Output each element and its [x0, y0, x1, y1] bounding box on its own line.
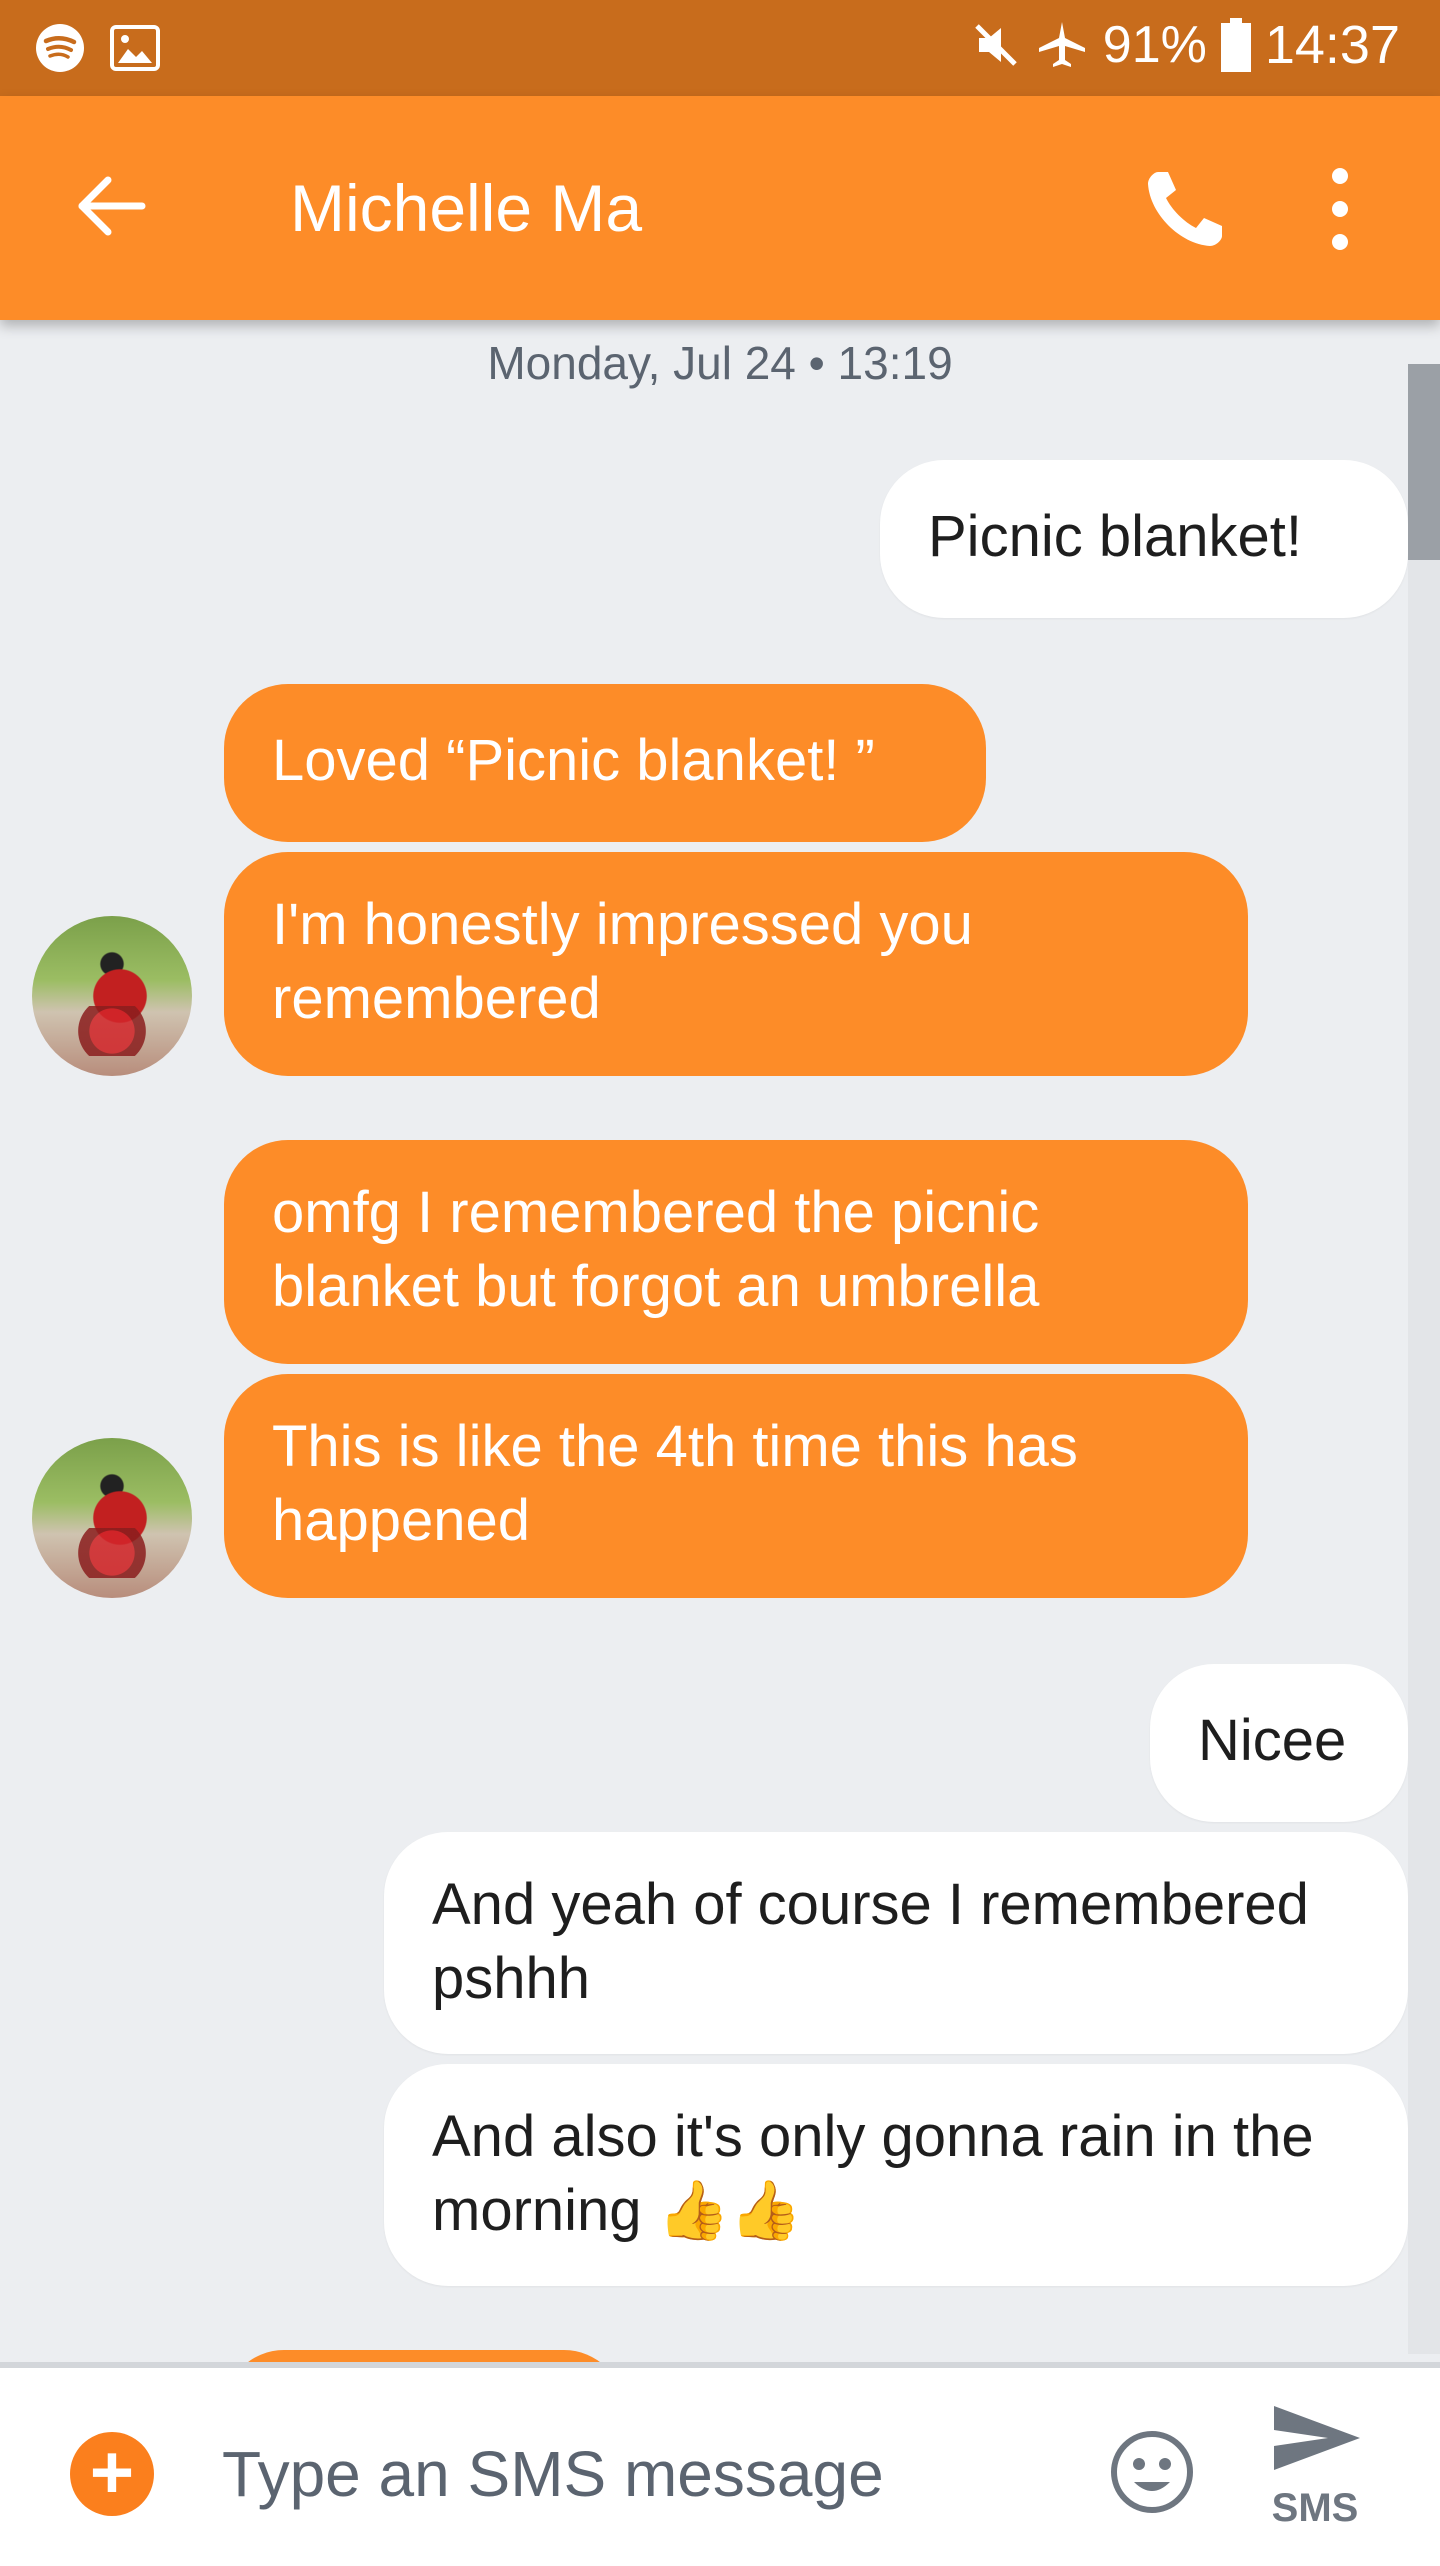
message-bubble-incoming[interactable]: I'm honestly impressed you remembered [224, 852, 1248, 1076]
avatar[interactable] [32, 1438, 192, 1598]
scrollbar-track[interactable] [1408, 364, 1440, 2354]
battery-icon [1220, 18, 1251, 72]
airplane-icon [1038, 22, 1085, 67]
message-bubble-incoming[interactable]: This is like the 4th time this has happe… [224, 1374, 1248, 1598]
message-text: And yeah of course I remembered pshhh [432, 1872, 1309, 2011]
app-bar: Michelle Ma [0, 96, 1440, 320]
status-bar: 91% 14:37 [0, 0, 1440, 96]
send-label[interactable]: SMS [1270, 2486, 1360, 2531]
emoji-icon[interactable] [1108, 2428, 1196, 2516]
message-bubble-outgoing[interactable]: And yeah of course I remembered pshhh [384, 1832, 1408, 2054]
send-icon[interactable] [1266, 2398, 1366, 2478]
message-text: Loved “Picnic blanket! ” [272, 728, 875, 793]
message-text: omfg I remembered the picnic blanket but… [272, 1180, 1040, 1319]
contact-name: Michelle Ma [290, 171, 643, 245]
message-text: Picnic blanket! [928, 504, 1302, 569]
message-bubble-outgoing[interactable]: Picnic blanket! [880, 460, 1408, 618]
arrow-left-icon[interactable] [72, 166, 152, 246]
image-icon [110, 25, 160, 71]
message-text: This is like the 4th time this has happe… [272, 1414, 1078, 1553]
mute-icon [975, 24, 1017, 66]
clock: 14:37 [1264, 15, 1400, 75]
message-text: Nicee [1198, 1708, 1347, 1773]
message-bubble-outgoing[interactable]: And also it's only gonna rain in the mor… [384, 2064, 1408, 2286]
plus-icon[interactable]: + [70, 2432, 154, 2516]
message-text: I'm honestly impressed you remembered [272, 892, 973, 1031]
message-bubble-outgoing[interactable]: Nicee [1150, 1664, 1408, 1822]
scrollbar-thumb[interactable] [1408, 364, 1440, 560]
message-bubble-incoming[interactable]: omfg I remembered the picnic blanket but… [224, 1140, 1248, 1364]
battery-percent: 91% [1102, 16, 1207, 74]
message-bubble-incoming[interactable]: Loved “Picnic blanket! ” [224, 684, 986, 842]
avatar[interactable] [32, 916, 192, 1076]
spotify-icon [36, 24, 84, 72]
message-composer: + SMS [0, 2362, 1440, 2566]
date-divider: Monday, Jul 24 • 13:19 [487, 337, 953, 389]
message-input[interactable] [220, 2418, 1044, 2530]
message-text: And also it's only gonna rain in the mor… [432, 2104, 1314, 2243]
phone-icon[interactable] [1140, 162, 1232, 254]
more-vert-icon[interactable] [1320, 164, 1360, 254]
